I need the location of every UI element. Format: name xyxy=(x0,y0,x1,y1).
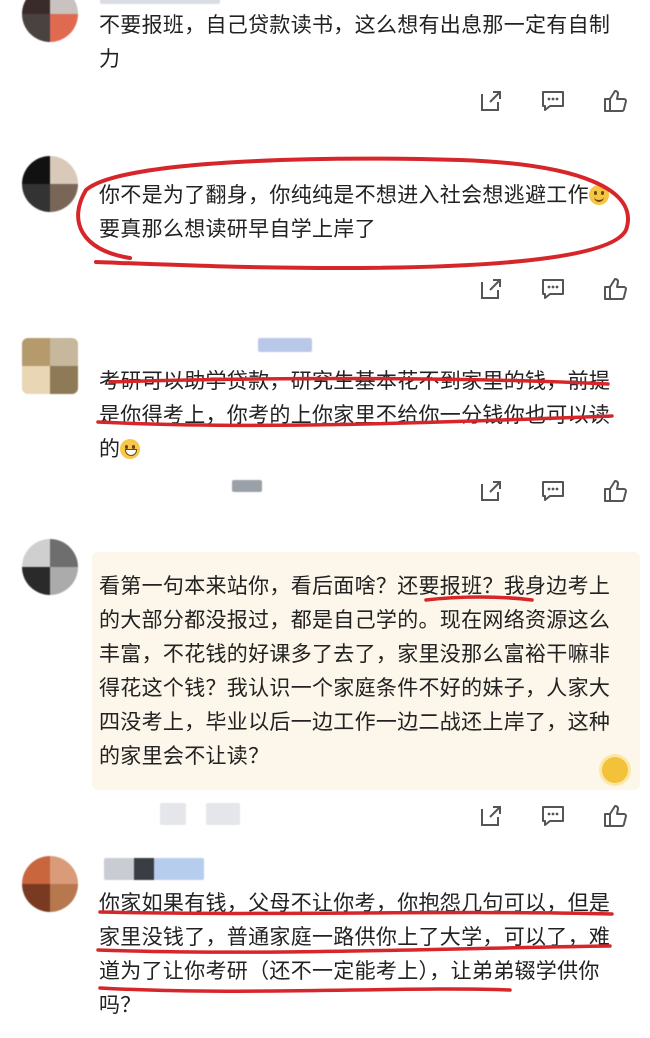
comment-icon[interactable] xyxy=(540,88,566,114)
comment-text-part: 要真那么想读研早自学上岸了 xyxy=(99,217,376,241)
comment-icon[interactable] xyxy=(540,276,566,302)
comment-icon[interactable] xyxy=(540,478,566,504)
comment-text-part: 你不是为了翻身，你纯纯是不想进入社会想逃避工作 xyxy=(99,183,589,207)
comment-text-part: 考研可以助学贷款，研究生基本花不到家里的钱，前提是你得考上，你考的上你家里不给你… xyxy=(99,369,611,461)
badge-icon xyxy=(602,757,628,783)
username-blur xyxy=(258,338,312,352)
comment-text: 考研可以助学贷款，研究生基本花不到家里的钱，前提是你得考上，你考的上你家里不给你… xyxy=(99,364,624,466)
smile-emoji-icon xyxy=(588,185,609,205)
like-icon[interactable] xyxy=(602,276,628,302)
username-blur xyxy=(206,803,240,825)
laugh-emoji-icon xyxy=(120,439,141,459)
share-icon[interactable] xyxy=(478,803,504,829)
comment-actions xyxy=(478,478,628,504)
share-icon[interactable] xyxy=(478,88,504,114)
avatar[interactable] xyxy=(22,338,78,394)
username-blur xyxy=(160,803,186,825)
comment-text: 你家如果有钱，父母不让你考，你抱怨几句可以，但是家里没钱了，普通家庭一路供你上了… xyxy=(99,891,611,1017)
comment-icon[interactable] xyxy=(540,803,566,829)
comment-actions xyxy=(478,276,628,302)
avatar[interactable] xyxy=(22,539,78,595)
avatar[interactable] xyxy=(22,156,78,212)
like-icon[interactable] xyxy=(602,88,628,114)
timestamp-blur xyxy=(232,480,262,492)
share-icon[interactable] xyxy=(478,478,504,504)
comment-actions xyxy=(478,803,628,829)
like-icon[interactable] xyxy=(602,478,628,504)
username-blur xyxy=(100,0,220,4)
share-icon[interactable] xyxy=(478,276,504,302)
avatar[interactable] xyxy=(22,0,78,42)
username-blur xyxy=(104,858,204,880)
comment-text: 你不是为了翻身，你纯纯是不想进入社会想逃避工作 要真那么想读研早自学上岸了 xyxy=(99,178,624,246)
comment-text: 不要报班，自己贷款读书，这么想有出息那一定有自制力 xyxy=(99,13,611,71)
comment-text: 看第一句本来站你，看后面啥？还要报班？我身边考上的大部分都没报过，都是自己学的。… xyxy=(99,574,611,768)
avatar[interactable] xyxy=(22,856,78,912)
like-icon[interactable] xyxy=(602,803,628,829)
comment-actions xyxy=(478,88,628,114)
